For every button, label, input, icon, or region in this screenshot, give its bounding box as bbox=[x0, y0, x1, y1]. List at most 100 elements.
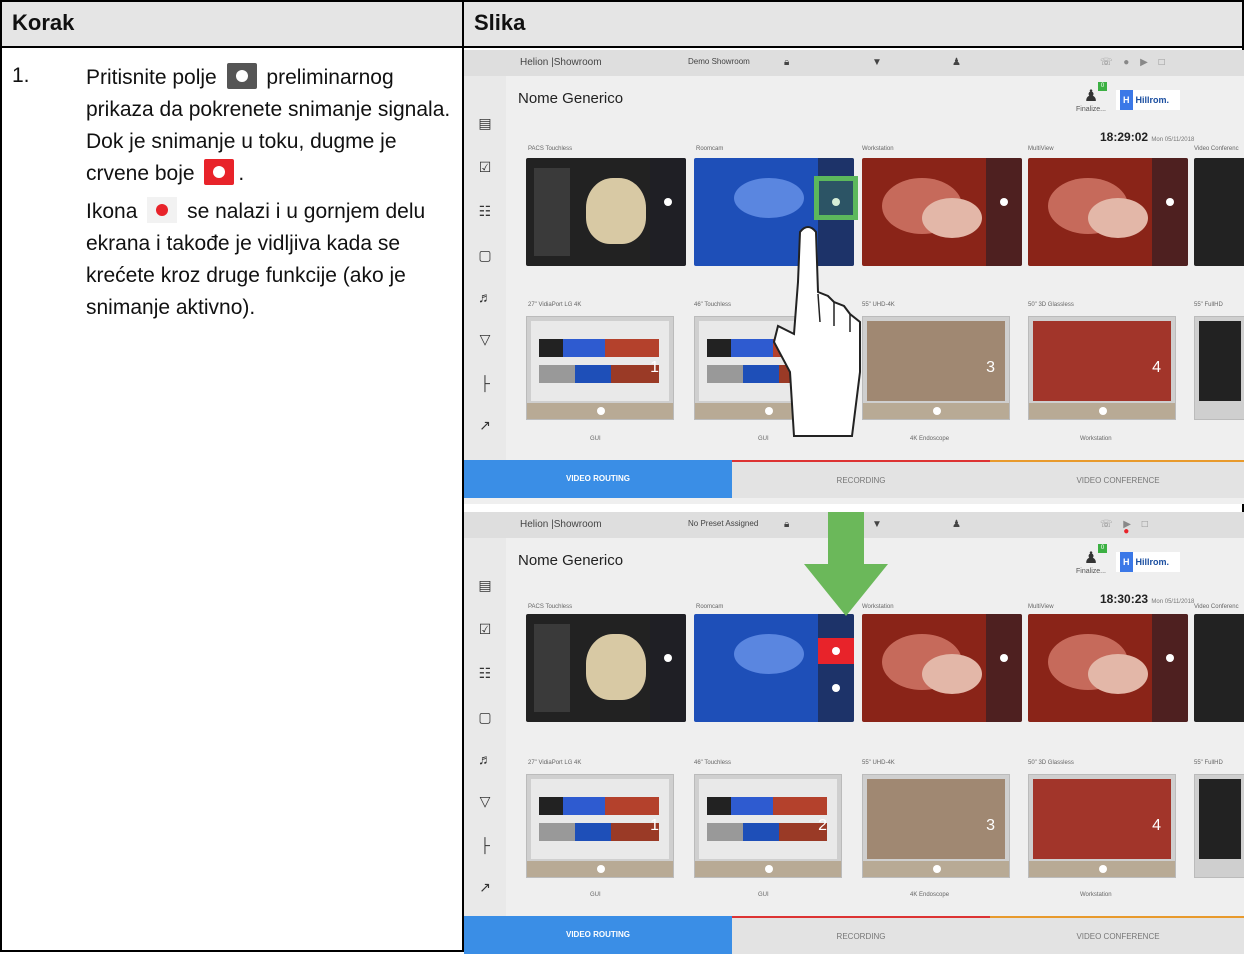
room-title: Helion |Showroom bbox=[520, 519, 602, 530]
finalize-label: Finalize... bbox=[1076, 106, 1106, 113]
finalize-button[interactable]: ♟ 0 Finalize... bbox=[1076, 544, 1107, 582]
finalize-label: Finalize... bbox=[1076, 568, 1106, 575]
user-icon[interactable]: ♟ bbox=[952, 57, 961, 68]
screenshot-before: Helion |Showroom Demo Showroom 🔒︎ ▼ ♟ ☏ … bbox=[464, 50, 1244, 504]
source-tile-video-conference[interactable] bbox=[1194, 614, 1244, 722]
source-label: MultiView bbox=[1028, 146, 1054, 152]
source-label: Video Conferenc bbox=[1194, 604, 1239, 610]
display-label: 50" 3D Glassless bbox=[1028, 760, 1074, 766]
patient-name: Nome Generico bbox=[518, 552, 624, 569]
display-tile-3[interactable]: 3 bbox=[862, 774, 1010, 878]
display-label: 55" FullHD bbox=[1194, 302, 1223, 308]
record-button-highlight[interactable] bbox=[814, 176, 858, 220]
step-description: Pritisnite polje preliminarnog prikaza d… bbox=[86, 62, 458, 330]
notification-badge: 0 bbox=[1098, 544, 1107, 553]
source-tile-pacs[interactable] bbox=[526, 158, 686, 266]
table-icon[interactable]: ├ bbox=[476, 374, 494, 392]
patient-card-icon[interactable]: ▤ bbox=[476, 576, 494, 594]
user-icon[interactable]: ♟ bbox=[952, 519, 961, 530]
display-tile-4[interactable]: 4 bbox=[1028, 316, 1176, 420]
tab-video-routing[interactable]: VIDEO ROUTING bbox=[464, 916, 732, 954]
display-tile-5[interactable] bbox=[1194, 774, 1244, 878]
source-label: PACS Touchless bbox=[528, 604, 573, 610]
clock: 18:30:23 Mon 05/11/2018 bbox=[1100, 592, 1195, 606]
tab-video-conference[interactable]: VIDEO CONFERENCE bbox=[990, 916, 1244, 954]
patient-name: Nome Generico bbox=[518, 90, 624, 107]
step-text-2b: se nalazi i u gornjem delu ekrana i tako… bbox=[86, 200, 426, 319]
table-header-row: Korak Slika bbox=[2, 2, 1242, 48]
step-number: 1. bbox=[12, 64, 30, 87]
room-title: Helion |Showroom bbox=[520, 57, 602, 68]
checklist-icon[interactable]: ☑ bbox=[476, 620, 494, 638]
source-tile-roomcam[interactable] bbox=[694, 614, 854, 722]
lock-icon[interactable]: 🔒︎ bbox=[784, 57, 789, 68]
audio-icon[interactable]: ♬ bbox=[476, 288, 494, 306]
source-tile-pacs[interactable] bbox=[526, 614, 686, 722]
source-tile-workstation[interactable] bbox=[862, 614, 1022, 722]
source-tile-workstation[interactable] bbox=[862, 158, 1022, 266]
tab-bar: VIDEO ROUTING RECORDING VIDEO CONFERENCE bbox=[464, 460, 1244, 498]
instruction-table: Korak Slika 1. Pritisnite polje prelimin… bbox=[0, 0, 1244, 954]
chevron-down-icon[interactable]: ▼ bbox=[872, 57, 882, 68]
display-label: 55" UHD-4K bbox=[862, 760, 895, 766]
source-tile-video-conference[interactable] bbox=[1194, 158, 1244, 266]
lamp-icon[interactable]: ▽ bbox=[476, 792, 494, 810]
monitor-icon[interactable]: ▢ bbox=[476, 708, 494, 726]
record-red-button-icon bbox=[204, 159, 235, 185]
sidebar: ▤ ☑ ☷ ▢ ♬ ▽ ├ ↗ bbox=[464, 538, 506, 938]
display-assignment: 4K Endoscope bbox=[910, 436, 950, 442]
notification-badge: 0 bbox=[1098, 82, 1107, 91]
lamp-icon[interactable]: ▽ bbox=[476, 330, 494, 348]
clock: 18:29:02 Mon 05/11/2018 bbox=[1100, 130, 1195, 144]
tab-recording[interactable]: RECORDING bbox=[732, 460, 990, 498]
layers-icon[interactable]: ☷ bbox=[476, 202, 494, 220]
source-tile-multiview[interactable] bbox=[1028, 614, 1188, 722]
display-tile-4[interactable]: 4 bbox=[1028, 774, 1176, 878]
display-tile-1[interactable]: 1 bbox=[526, 316, 674, 420]
monitor-icon[interactable]: ▢ bbox=[476, 246, 494, 264]
down-arrow-icon bbox=[804, 512, 888, 616]
record-gray-button-icon bbox=[226, 63, 257, 89]
preset-label[interactable]: Demo Showroom bbox=[688, 57, 750, 66]
record-button-active[interactable] bbox=[818, 638, 854, 664]
preset-label[interactable]: No Preset Assigned bbox=[688, 519, 758, 528]
display-tile-2[interactable]: 2 bbox=[694, 774, 842, 878]
display-label: 50" 3D Glassless bbox=[1028, 302, 1074, 308]
display-assignment: 4K Endoscope bbox=[910, 892, 950, 898]
tab-video-routing[interactable]: VIDEO ROUTING bbox=[464, 460, 732, 498]
display-tile-1[interactable]: 1 bbox=[526, 774, 674, 878]
table-icon[interactable]: ├ bbox=[476, 836, 494, 854]
checklist-icon[interactable]: ☑ bbox=[476, 158, 494, 176]
display-assignment: GUI bbox=[590, 892, 601, 898]
top-bar: Helion |Showroom Demo Showroom 🔒︎ ▼ ♟ ☏ … bbox=[464, 50, 1244, 76]
source-label: PACS Touchless bbox=[528, 146, 573, 152]
layers-icon[interactable]: ☷ bbox=[476, 664, 494, 682]
header-step: Korak bbox=[12, 10, 75, 35]
step-text-1a: Pritisnite polje bbox=[86, 66, 217, 89]
sidebar: ▤ ☑ ☷ ▢ ♬ ▽ ├ ↗ bbox=[464, 76, 506, 476]
source-label: Roomcam bbox=[696, 604, 724, 610]
display-assignment: GUI bbox=[758, 892, 769, 898]
display-tile-5[interactable] bbox=[1194, 316, 1244, 420]
source-label: Roomcam bbox=[696, 146, 724, 152]
display-label: 46" Touchless bbox=[694, 760, 732, 766]
finalize-button[interactable]: ♟ 0 Finalize... bbox=[1076, 82, 1107, 120]
step-text-2a: Ikona bbox=[86, 200, 138, 223]
screenshot-after: Helion |Showroom No Preset Assigned 🔒︎ ▼… bbox=[464, 512, 1244, 954]
patient-card-icon[interactable]: ▤ bbox=[476, 114, 494, 132]
brand-logo: H Hillrom. bbox=[1116, 552, 1180, 572]
display-tile-3[interactable]: 3 bbox=[862, 316, 1010, 420]
display-assignment: Workstation bbox=[1080, 436, 1112, 442]
audio-icon[interactable]: ♬ bbox=[476, 750, 494, 768]
source-tile-multiview[interactable] bbox=[1028, 158, 1188, 266]
brand-logo: H Hillrom. bbox=[1116, 90, 1180, 110]
lock-icon[interactable]: 🔒︎ bbox=[784, 519, 789, 530]
camera-move-icon[interactable]: ↗ bbox=[476, 416, 494, 434]
display-label: 55" FullHD bbox=[1194, 760, 1223, 766]
camera-move-icon[interactable]: ↗ bbox=[476, 878, 494, 896]
tab-recording[interactable]: RECORDING bbox=[732, 916, 990, 954]
recording-indicator-icon: ● bbox=[1123, 526, 1134, 537]
step-text-1c: . bbox=[238, 162, 245, 185]
recording-red-dot-icon bbox=[147, 197, 178, 223]
tab-video-conference[interactable]: VIDEO CONFERENCE bbox=[990, 460, 1244, 498]
